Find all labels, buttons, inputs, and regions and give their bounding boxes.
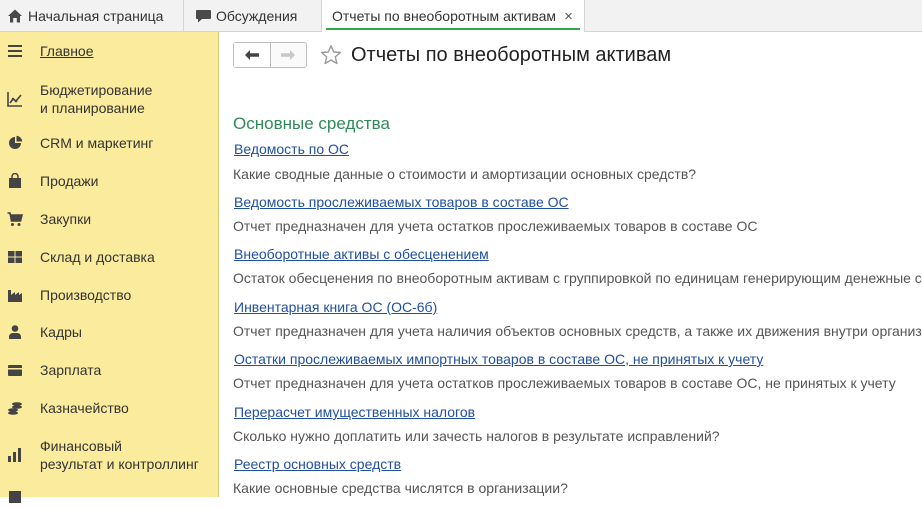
sidebar-item-hr[interactable]: Кадры [0,322,218,342]
menu-icon [6,42,24,60]
sidebar: Главное Бюджетирование и планирование CR… [0,32,219,503]
shopping-cart-icon [6,210,24,228]
report-link[interactable]: Внеоборотные активы с обесценением [234,245,489,263]
shopping-bag-icon [6,172,24,190]
sidebar-item-production[interactable]: Производство [0,285,218,305]
sidebar-item-label: Бюджетирование и планирование [40,82,153,116]
tab-discussions-label: Обсуждения [216,7,298,24]
sidebar-item-payroll[interactable]: Зарплата [0,360,218,380]
budget-chart-icon [6,90,24,108]
page-title: Отчеты по внеоборотным активам [351,44,672,66]
tab-home[interactable]: Начальная страница [0,0,184,31]
sidebar-item-more[interactable] [0,487,218,507]
close-icon[interactable]: × [564,9,573,24]
sidebar-item-label: Продажи [40,173,99,189]
sidebar-item-label: Главное [40,43,94,59]
history-nav [233,42,307,68]
sidebar-item-treasury[interactable]: Казначейство [0,398,218,418]
chat-bubble-icon [194,7,212,25]
more-icon [6,488,24,506]
tab-discussions[interactable]: Обсуждения [184,0,322,31]
sidebar-item-sales[interactable]: Продажи [0,171,218,191]
report-description: Отчет предназначен для учета наличия объ… [233,323,922,339]
warehouse-icon [6,248,24,266]
back-button[interactable] [234,43,271,67]
sidebar-item-label: Склад и доставка [40,249,155,265]
report-description: Отчет предназначен для учета остатков пр… [233,375,896,391]
home-icon [6,7,24,25]
person-icon [6,323,24,341]
tab-noncurrent-assets-reports[interactable]: Отчеты по внеоборотным активам × [322,0,585,32]
sidebar-item-budgeting[interactable]: Бюджетирование и планирование [0,80,218,118]
sidebar-item-label: CRM и маркетинг [40,135,154,151]
report-link[interactable]: Ведомость прослеживаемых товаров в соста… [234,193,569,211]
report-description: Остаток обесценения по внеоборотным акти… [233,270,922,286]
coins-icon [6,399,24,417]
factory-icon [6,286,24,304]
finance-chart-icon [6,446,24,464]
sidebar-item-main[interactable]: Главное [0,41,218,61]
arrow-right-icon [281,50,296,60]
arrow-left-icon [244,50,259,60]
favorite-star-icon[interactable] [320,44,342,66]
report-description: Отчет предназначен для учета остатков пр… [233,218,758,234]
report-description: Какие основные средства числятся в орган… [233,480,568,496]
sidebar-item-label: Закупки [40,211,92,227]
sidebar-item-label: Казначейство [40,400,129,416]
section-title-fixed-assets: Основные средства [233,114,390,133]
sidebar-item-label: Финансовый результат и контроллинг [40,438,199,472]
sidebar-item-warehouse[interactable]: Склад и доставка [0,247,218,267]
report-link[interactable]: Ведомость по ОС [234,140,349,158]
report-link[interactable]: Остатки прослеживаемых импортных товаров… [234,350,763,368]
sidebar-item-label: Производство [40,287,132,303]
sidebar-item-label: Кадры [40,324,82,340]
main-content: Отчеты по внеоборотным активам Основные … [219,32,922,497]
sidebar-item-label: Зарплата [40,362,102,378]
wallet-icon [6,361,24,379]
report-link[interactable]: Перерасчет имущественных налогов [234,403,475,421]
report-description: Сколько нужно доплатить или зачесть нало… [233,428,720,444]
sidebar-item-purchases[interactable]: Закупки [0,209,218,229]
report-description: Какие сводные данные о стоимости и аморт… [233,166,697,182]
sidebar-item-finance[interactable]: Финансовый результат и контроллинг [0,436,218,474]
tab-bar: Начальная страница Обсуждения Отчеты по … [0,0,922,32]
report-link[interactable]: Инвентарная книга ОС (ОС-6б) [234,298,437,316]
tab-home-label: Начальная страница [28,7,164,24]
sidebar-item-crm[interactable]: CRM и маркетинг [0,133,218,153]
report-link[interactable]: Реестр основных средств [234,455,401,473]
tab-active-label: Отчеты по внеоборотным активам [332,8,557,24]
forward-button[interactable] [271,43,307,67]
pie-chart-icon [6,134,24,152]
